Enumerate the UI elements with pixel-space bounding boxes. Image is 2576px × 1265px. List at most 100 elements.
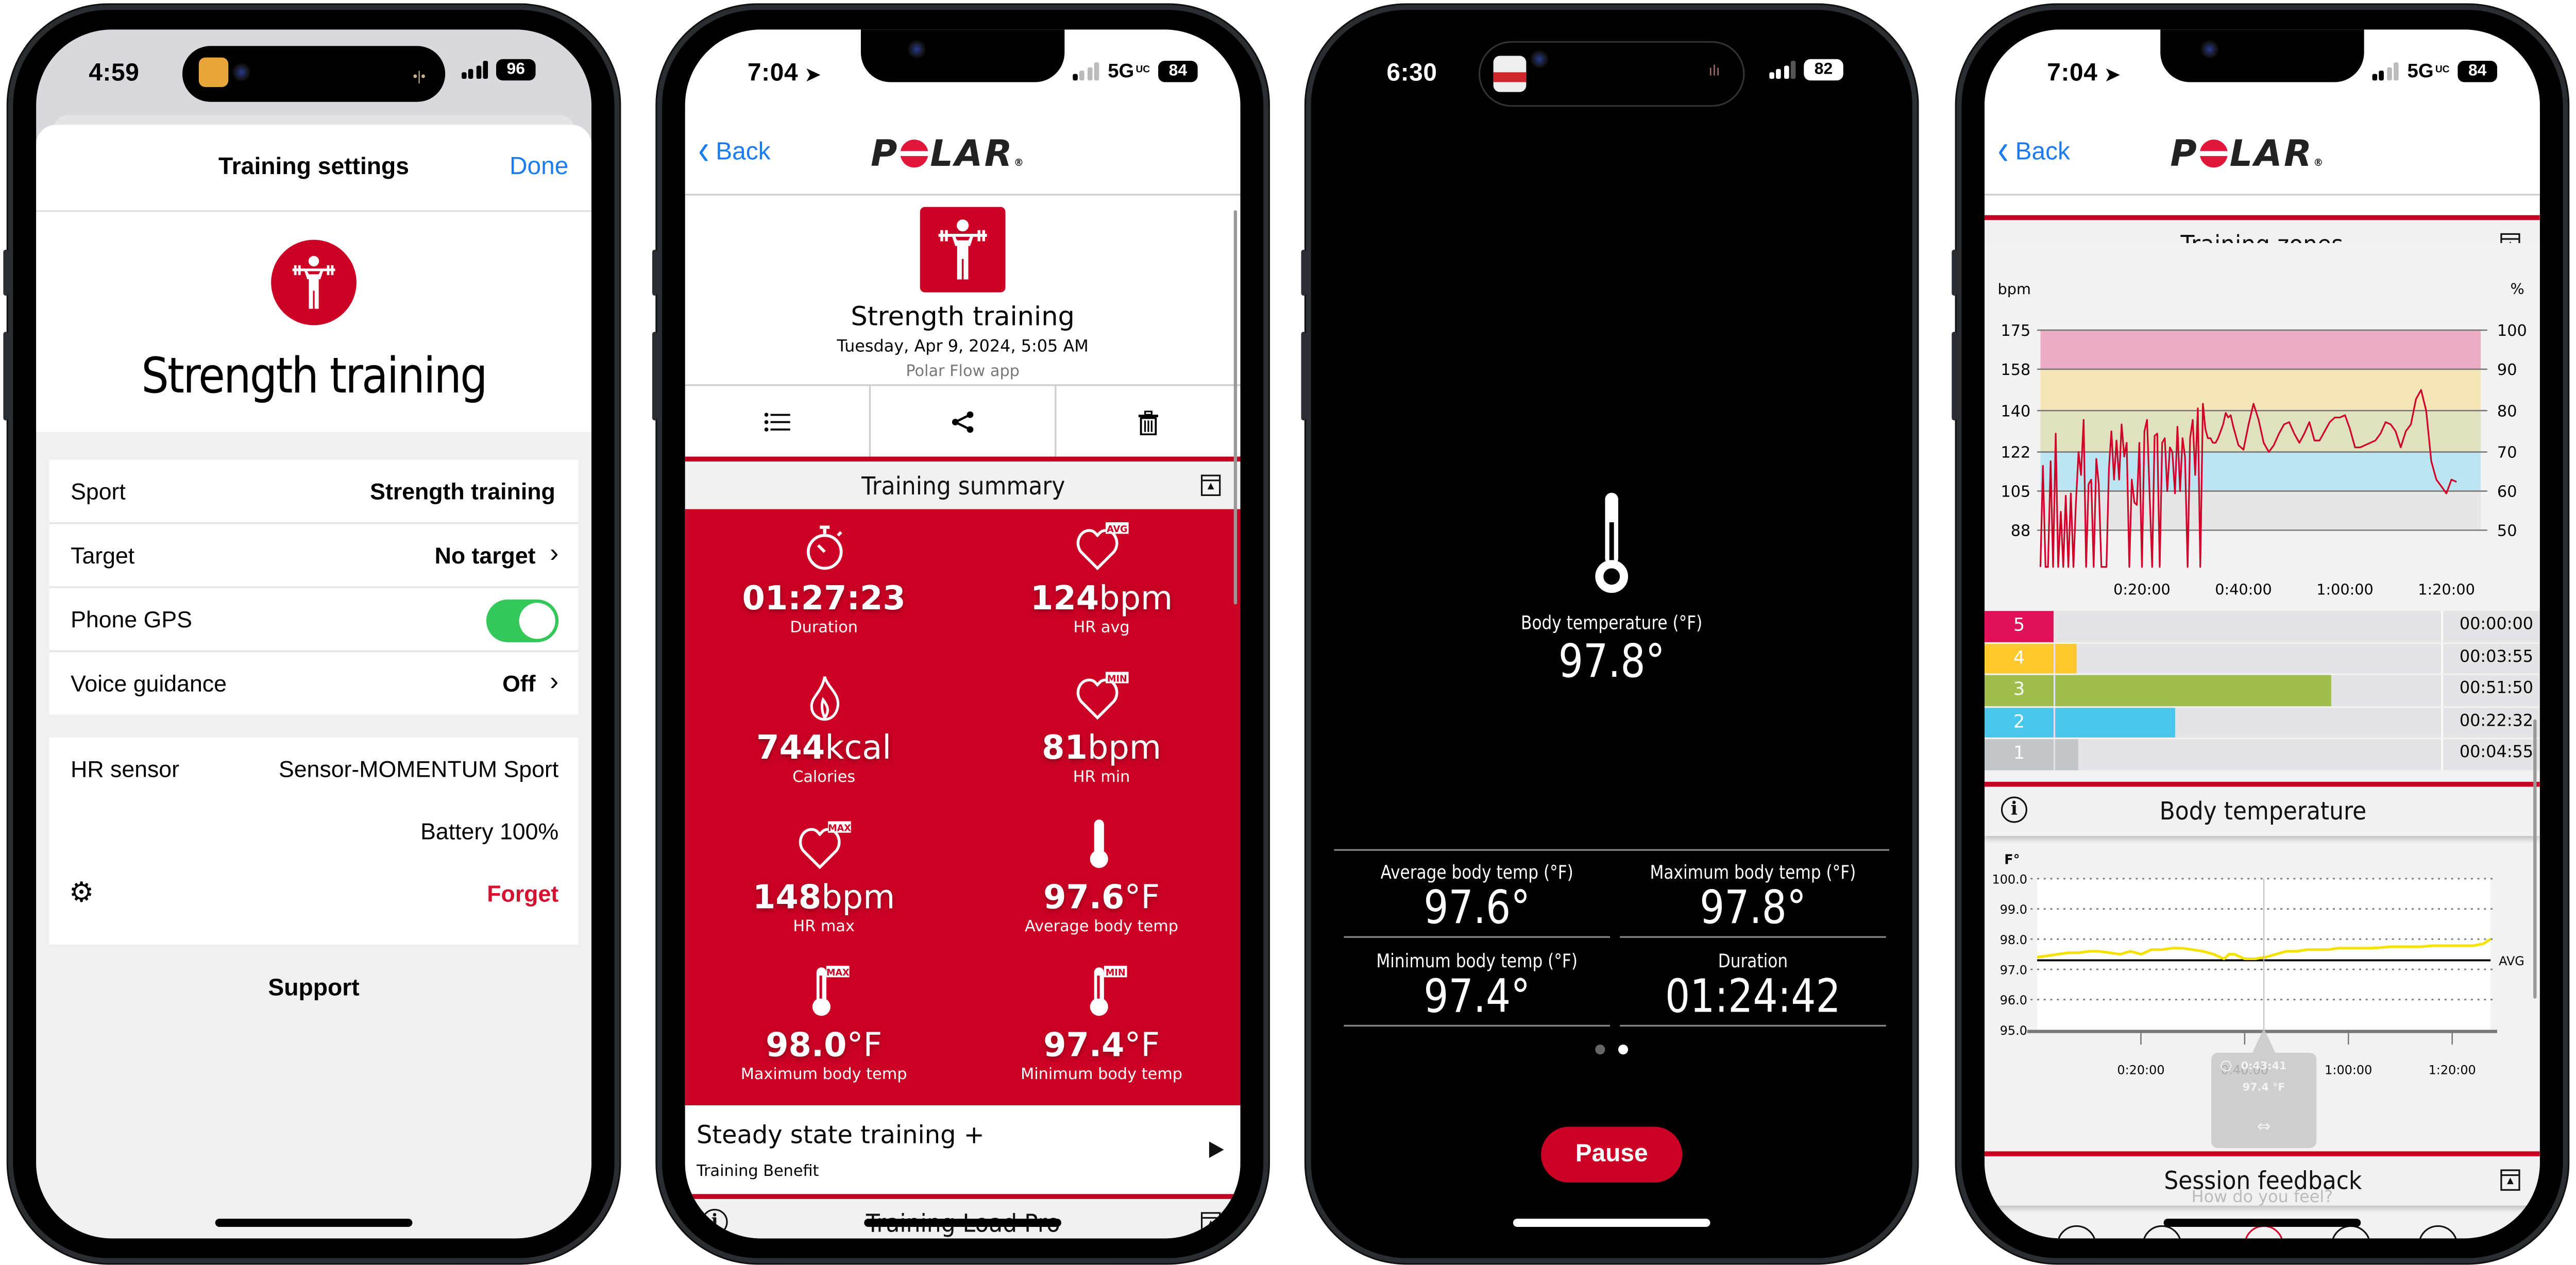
stat-minimum-body-temp: MIN 97.4°F Minimum body temp: [963, 956, 1241, 1105]
stat-hr-avg: AVG 124bpm HR avg: [963, 509, 1241, 658]
collapse-icon[interactable]: [1200, 474, 1221, 497]
session-source: Polar Flow app: [906, 363, 1020, 381]
network-type: 5G: [2407, 59, 2434, 82]
avg-label: AVG: [2499, 954, 2524, 968]
support-link[interactable]: Support: [36, 976, 591, 1002]
chevron-right-icon: ›: [550, 668, 559, 697]
phone-gps-toggle[interactable]: [486, 599, 559, 642]
share-button[interactable]: [871, 386, 1057, 458]
chevron-left-icon: ‹: [1997, 127, 2009, 175]
training-benefit[interactable]: Steady state training + Training Benefit: [685, 1105, 1241, 1196]
drag-handle-icon: ⇔: [2257, 1116, 2271, 1136]
stat-label: Minimum body temp: [1021, 1066, 1182, 1085]
home-indicator: [1513, 1219, 1710, 1227]
sheet-title: Training settings: [218, 154, 410, 181]
feeling-option-icon[interactable]: [2331, 1225, 2371, 1239]
details-button[interactable]: [685, 386, 871, 458]
setting-voice-guidance[interactable]: Voice guidance Off ›: [49, 652, 579, 714]
zone-number: 2: [1985, 707, 2054, 738]
y-tick-label: 122: [2001, 444, 2031, 462]
x-tick-label: 1:00:00: [2316, 580, 2374, 598]
pause-button[interactable]: Pause: [1541, 1126, 1683, 1183]
network-sub: UC: [1136, 65, 1150, 76]
scrollbar[interactable]: [1233, 210, 1238, 605]
forget-button[interactable]: Forget: [487, 880, 558, 907]
home-indicator: [2163, 1219, 2361, 1227]
zone-number: 5: [1985, 611, 2054, 642]
settings-group: Sport Strength training Target No target…: [49, 459, 579, 715]
hr-zones-chart[interactable]: bpm % 88 50 105 60 122 70 140 80 158 90 175 100 0:20:0…: [1985, 243, 2540, 608]
feeling-option-icon[interactable]: [2418, 1225, 2458, 1239]
back-button[interactable]: ‹ Back: [1997, 127, 2070, 175]
zone-row[interactable]: 2 00:22:32: [1985, 707, 2540, 738]
body-temp-chart[interactable]: F°95.096.097.098.099.0100.00:20:000:40:0…: [1985, 834, 2540, 1155]
setting-sport[interactable]: Sport Strength training: [49, 460, 579, 524]
nav-bar: ‹ Back P LAR®: [685, 111, 1241, 196]
page-dot[interactable]: [1595, 1045, 1605, 1055]
zone-bar: [2055, 707, 2175, 738]
y-tick-label: 88: [2011, 522, 2031, 540]
status-bar: 7:04 ➤ 5G UC 84: [1985, 29, 2540, 111]
section-title: Training summary: [860, 471, 1065, 501]
chevron-right-icon: ›: [550, 540, 559, 569]
feeling-option-icon[interactable]: [2142, 1225, 2182, 1239]
screen: 7:04 ➤ 5G UC 84 ‹ Back P LAR® Strength trai…: [685, 29, 1241, 1239]
x-tick-label: 1:00:00: [2325, 1063, 2372, 1077]
gear-icon[interactable]: ⚙: [69, 877, 94, 910]
signal-icon: [2372, 61, 2399, 80]
stat-maximum-body-temp: MAX 98.0°F Maximum body temp: [685, 956, 963, 1105]
collapse-icon[interactable]: [1200, 1212, 1221, 1234]
phone-training-summary: 7:04 ➤ 5G UC 84 ‹ Back P LAR® Strength trai…: [652, 3, 1270, 1265]
zone-times-list: 5 00:00:00 4 00:03:55 3 00:51:50 2 00:22:32 1 00:…: [1985, 611, 2540, 771]
scrollbar[interactable]: [2532, 719, 2537, 999]
screen: 7:04 ➤ 5G UC 84 ‹ Back P LAR® Training zone…: [1985, 29, 2540, 1239]
zone-time: 00:22:32: [2441, 707, 2540, 738]
status-time: 7:04 ➤: [747, 59, 821, 88]
zone-row[interactable]: 3 00:51:50: [1985, 675, 2540, 706]
y-tick-label: 97.0: [2000, 963, 2027, 978]
page-dot-active[interactable]: [1618, 1045, 1629, 1055]
phone-training-settings: •|• 4:59 96 Training settings Done Stren…: [3, 3, 621, 1265]
sensor-battery: Battery 100%: [420, 818, 559, 845]
zone-row[interactable]: 1 00:04:55: [1985, 739, 2540, 770]
heart-avg-icon: AVG: [963, 509, 1241, 572]
status-bar: 7:04 ➤ 5G UC 84: [685, 29, 1241, 111]
section-title: Body temperature: [2159, 796, 2366, 826]
stat-label: Calories: [792, 768, 856, 787]
battery-icon: 84: [1158, 60, 1198, 81]
page-indicator[interactable]: [1595, 1045, 1629, 1055]
y-tick-label: 105: [2001, 483, 2031, 501]
back-button[interactable]: ‹ Back: [698, 129, 770, 172]
setting-target[interactable]: Target No target ›: [49, 524, 579, 588]
info-icon[interactable]: i: [701, 1208, 728, 1235]
setting-phone-gps: Phone GPS: [49, 588, 579, 652]
section-training-summary[interactable]: Training summary: [685, 456, 1241, 511]
stat-label: HR max: [793, 917, 855, 936]
delete-button[interactable]: [1056, 386, 1240, 458]
screen: ılı 6:30 82 Body temperature (°F) 97.8° …: [1334, 29, 1890, 1239]
share-icon: [952, 411, 974, 433]
feeling-option-icon[interactable]: [2057, 1225, 2096, 1239]
zone-time: 00:00:00: [2441, 611, 2540, 642]
info-icon[interactable]: i: [2001, 796, 2027, 823]
collapse-icon[interactable]: [2500, 1169, 2520, 1191]
network-type: 5G: [1108, 59, 1134, 82]
body-temp-value: 97.8°: [1558, 634, 1665, 689]
summary-stats: 01:27:23 Duration AVG 124bpm HR avg 744kcal Ca…: [685, 509, 1241, 1106]
stat-duration: 01:27:23 Duration: [685, 509, 963, 658]
side-button: [3, 249, 8, 296]
section-body-temperature[interactable]: i Body temperature: [1985, 781, 2540, 836]
zone-row[interactable]: 5 00:00:00: [1985, 611, 2540, 642]
session-actions: [685, 384, 1241, 458]
feeling-option-selected-icon[interactable]: [2244, 1225, 2284, 1239]
zone-row[interactable]: 4 00:03:55: [1985, 643, 2540, 674]
strength-training-icon: [271, 240, 357, 326]
section-training-load-pro[interactable]: i Training Load Pro: [685, 1194, 1241, 1239]
y-tick-label: 158: [2001, 361, 2031, 379]
done-button[interactable]: Done: [510, 153, 568, 181]
zone-number: 1: [1985, 739, 2054, 770]
max-temp-cell: Maximum body temp (°F) 97.8°: [1620, 852, 1886, 938]
zone-bar: [2055, 739, 2078, 770]
status-time: 4:59: [89, 59, 140, 88]
session-title: Strength training: [851, 300, 1075, 332]
